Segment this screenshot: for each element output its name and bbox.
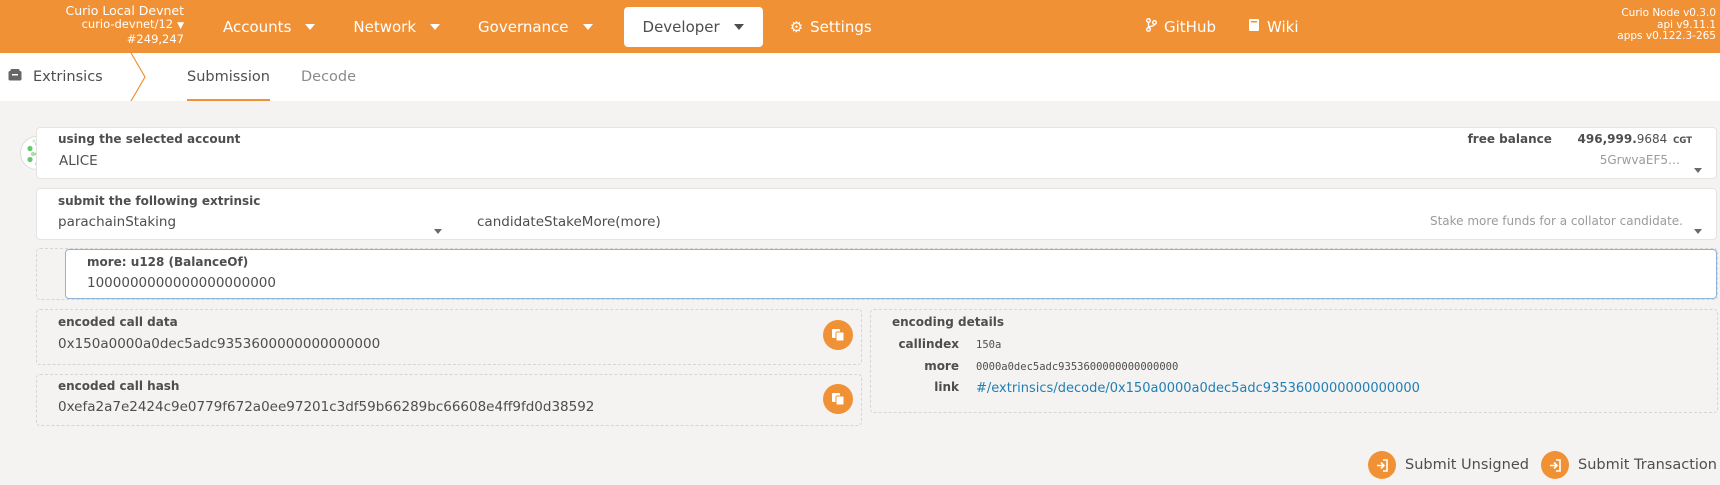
- submit-unsigned-label: Submit Unsigned: [1405, 457, 1529, 473]
- copy-icon: [832, 393, 845, 406]
- chevron-down-icon: [434, 219, 442, 238]
- version-info: Curio Node v0.3.0 api v9.11.1 apps v0.12…: [1617, 7, 1716, 43]
- balance-integer: 496,999.: [1577, 132, 1637, 146]
- gear-icon: ⚙: [789, 17, 804, 36]
- submit-transaction-label: Submit Transaction: [1578, 457, 1717, 473]
- tab-submission[interactable]: Submission: [187, 53, 270, 101]
- menu-developer[interactable]: Developer: [623, 6, 763, 47]
- extrinsic-label: submit the following extrinsic: [58, 194, 261, 208]
- account-label: using the selected account: [58, 132, 241, 146]
- callindex-label: callindex: [898, 337, 959, 351]
- balance-decimals: 9684: [1636, 132, 1668, 146]
- github-link[interactable]: GitHub: [1130, 7, 1232, 47]
- copy-call-hash-button[interactable]: [823, 384, 853, 414]
- submit-unsigned-button[interactable]: Submit Unsigned: [1368, 450, 1529, 480]
- encoded-call-data-box: encoded call data 0x150a0000a0dec5adc935…: [36, 309, 862, 365]
- section-label: Extrinsics: [33, 69, 103, 85]
- menu-settings[interactable]: ⚙ Settings: [771, 7, 891, 47]
- chain-node: curio-devnet/12: [81, 16, 174, 31]
- menu-developer-label: Developer: [642, 17, 720, 36]
- external-links: GitHub Wiki: [1130, 0, 1315, 53]
- free-balance-label: free balance: [1467, 132, 1552, 146]
- node-version: Curio Node v0.3.0: [1621, 7, 1716, 19]
- encoded-call-hash-value: 0xefa2a7e2424c9e0779f672a0ee97201c3df59b…: [58, 399, 595, 415]
- copy-call-data-button[interactable]: [823, 320, 853, 350]
- menu-network-label: Network: [353, 17, 417, 36]
- menu-settings-label: Settings: [810, 17, 872, 36]
- chevron-down-icon: [305, 23, 316, 30]
- encoding-details-box: encoding details callindex 150a more 000…: [870, 309, 1718, 413]
- account-address: 5GrwvaEF5…: [1599, 153, 1680, 167]
- github-label: GitHub: [1164, 17, 1216, 36]
- balance-display: free balance 496,999.9684 CGT: [1468, 132, 1692, 146]
- more-value: 0000a0dec5adc9353600000000000000: [976, 361, 1179, 373]
- github-icon: [1146, 17, 1157, 36]
- menu-accounts-label: Accounts: [223, 17, 292, 36]
- wiki-link[interactable]: Wiki: [1232, 7, 1315, 47]
- account-name: ALICE: [59, 153, 98, 169]
- apps-version: apps v0.122.3-265: [1617, 30, 1716, 42]
- encoded-call-data-label: encoded call data: [58, 315, 178, 329]
- block-number: #249,247: [126, 32, 184, 46]
- book-icon: [1248, 18, 1260, 36]
- menu-governance[interactable]: Governance: [459, 7, 612, 47]
- wiki-label: Wiki: [1266, 17, 1299, 36]
- chain-selector[interactable]: Curio Local Devnet curio-devnet/12 ▼ #249…: [66, 4, 184, 47]
- account-selector[interactable]: using the selected account ALICE free ba…: [36, 127, 1717, 179]
- menu-network[interactable]: Network: [334, 7, 459, 47]
- chevron-down-icon: [1694, 219, 1702, 238]
- menu-accounts[interactable]: Accounts: [204, 7, 334, 47]
- breadcrumb-chevron: [130, 53, 146, 101]
- link-label: link: [934, 380, 959, 394]
- balance-unit: CGT: [1673, 136, 1692, 146]
- call-dropdown[interactable]: candidateStakeMore(more): [477, 214, 661, 230]
- encoded-call-hash-label: encoded call hash: [58, 379, 180, 393]
- pallet-dropdown[interactable]: parachainStaking: [58, 214, 176, 230]
- chevron-down-icon: [430, 23, 441, 30]
- chevron-down-icon: [733, 23, 744, 30]
- menu-governance-label: Governance: [478, 17, 569, 36]
- copy-icon: [832, 329, 845, 342]
- param-more-field[interactable]: more: u128 (BalanceOf) 10000000000000000…: [65, 249, 1717, 299]
- callindex-value: 150a: [976, 339, 1002, 351]
- more-label: more: [924, 359, 959, 373]
- top-nav-bar: Curio Local Devnet curio-devnet/12 ▼ #249…: [0, 0, 1720, 53]
- extrinsics-icon: [8, 69, 22, 85]
- main-menu: Accounts Network Governance Developer ⚙ …: [204, 0, 891, 53]
- chain-name: Curio Local Devnet: [65, 3, 184, 18]
- sign-in-icon: [1368, 451, 1396, 479]
- decode-link[interactable]: #/extrinsics/decode/0x150a0000a0dec5adc9…: [976, 381, 1420, 396]
- encoding-details-title: encoding details: [892, 315, 1004, 329]
- sub-nav-bar: Extrinsics Submission Decode: [0, 53, 1720, 101]
- sign-in-icon: [1541, 451, 1569, 479]
- chevron-down-icon: [1694, 158, 1702, 177]
- chevron-down-icon: ▼: [177, 20, 184, 31]
- param-label: more: u128 (BalanceOf): [87, 255, 249, 269]
- encoded-call-data-value: 0x150a0000a0dec5adc9353600000000000000: [58, 336, 381, 352]
- encoded-call-hash-box: encoded call hash 0xefa2a7e2424c9e0779f6…: [36, 374, 862, 426]
- submit-transaction-button[interactable]: Submit Transaction: [1541, 450, 1717, 480]
- extrinsic-selector: submit the following extrinsic parachain…: [36, 188, 1717, 240]
- tab-decode[interactable]: Decode: [301, 53, 356, 101]
- section-title: Extrinsics: [8, 53, 103, 101]
- param-more-input[interactable]: 1000000000000000000000: [87, 275, 276, 291]
- chevron-down-icon: [582, 23, 593, 30]
- call-description: Stake more funds for a collator candidat…: [1429, 214, 1683, 228]
